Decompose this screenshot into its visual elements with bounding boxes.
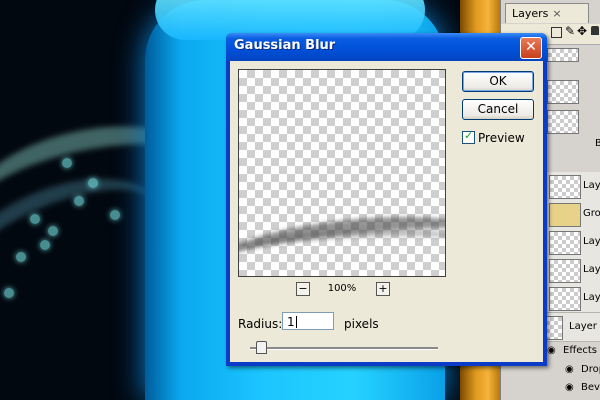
layer-thumbnail[interactable] <box>547 110 579 134</box>
cancel-button[interactable]: Cancel <box>462 99 534 120</box>
layer-thumbnail <box>549 287 581 311</box>
bokeh-dot <box>62 158 72 168</box>
text-cursor <box>295 316 297 328</box>
layer-thumbnail[interactable] <box>547 80 579 104</box>
eye-icon[interactable]: ◉ <box>565 382 574 393</box>
layer-misc-label: B <box>595 138 600 149</box>
radius-slider-thumb[interactable] <box>256 341 268 354</box>
layer-thumbnail <box>545 316 563 340</box>
preview-checkbox[interactable]: ✓ <box>462 129 475 144</box>
radius-input[interactable]: 1 <box>282 312 334 330</box>
preview-label: Preview <box>478 131 525 145</box>
dialog-title: Gaussian Blur <box>234 38 336 53</box>
zoom-level: 100% <box>327 283 357 294</box>
layer-name: Gro <box>583 208 600 219</box>
checkmark-icon: ✓ <box>464 129 474 142</box>
zoom-controls: − 100% + <box>238 282 444 298</box>
zoom-in-button[interactable]: + <box>376 282 390 296</box>
preview-pane[interactable] <box>238 69 446 277</box>
radius-label: Radius: <box>238 317 283 331</box>
zoom-out-button[interactable]: − <box>296 282 310 296</box>
layer-thumbnail[interactable] <box>547 48 579 62</box>
bokeh-dot <box>40 240 50 250</box>
layer-name: Layer 3 <box>569 321 600 332</box>
close-button[interactable]: ✕ <box>520 37 542 59</box>
eye-icon[interactable]: ◉ <box>565 364 574 375</box>
layers-tab-label: Layers <box>512 7 549 20</box>
radius-slider-track[interactable] <box>250 347 438 350</box>
bokeh-dot <box>88 178 98 188</box>
effects-label[interactable]: Effects <box>563 345 597 356</box>
ok-button[interactable]: OK <box>462 71 534 92</box>
layer-thumbnail <box>549 231 581 255</box>
layer-name: Laye <box>583 236 600 247</box>
brush-icon[interactable]: ✎ <box>565 24 575 38</box>
close-icon[interactable]: × <box>552 7 561 20</box>
radius-value: 1 <box>287 315 295 329</box>
bokeh-dot <box>74 196 84 206</box>
bokeh-dot <box>16 252 26 262</box>
effect-item[interactable]: Drop <box>581 364 600 375</box>
move-icon[interactable]: ✥ <box>577 24 587 38</box>
effect-item[interactable]: Beve <box>581 382 600 393</box>
lock-transparency-icon[interactable] <box>551 27 562 38</box>
radius-units: pixels <box>344 317 379 331</box>
bokeh-dot <box>48 226 58 236</box>
preview-checkbox-row[interactable]: ✓ Preview <box>462 129 525 145</box>
layer-thumbnail <box>549 259 581 283</box>
layer-name: Laye <box>583 180 600 191</box>
bokeh-dot <box>110 210 120 220</box>
eye-icon[interactable]: ◉ <box>547 345 556 356</box>
layer-name: Laye <box>583 292 600 303</box>
dialog-titlebar[interactable]: Gaussian Blur ✕ <box>226 33 547 61</box>
preview-blur-streak <box>239 223 445 275</box>
layer-thumbnail <box>549 175 581 199</box>
dialog-body: − 100% + OK Cancel ✓ Preview Radius: 1 pi… <box>230 61 543 362</box>
close-icon: ✕ <box>525 39 537 55</box>
gaussian-blur-dialog: Gaussian Blur ✕ − 100% + OK Cancel ✓ Prev… <box>226 33 547 366</box>
bokeh-dot <box>30 214 40 224</box>
bokeh-dot <box>4 288 14 298</box>
group-folder-icon <box>549 203 581 227</box>
layers-tab[interactable]: Layers × <box>505 3 589 23</box>
lock-icon[interactable] <box>591 26 599 35</box>
layer-name: Laye <box>583 264 600 275</box>
